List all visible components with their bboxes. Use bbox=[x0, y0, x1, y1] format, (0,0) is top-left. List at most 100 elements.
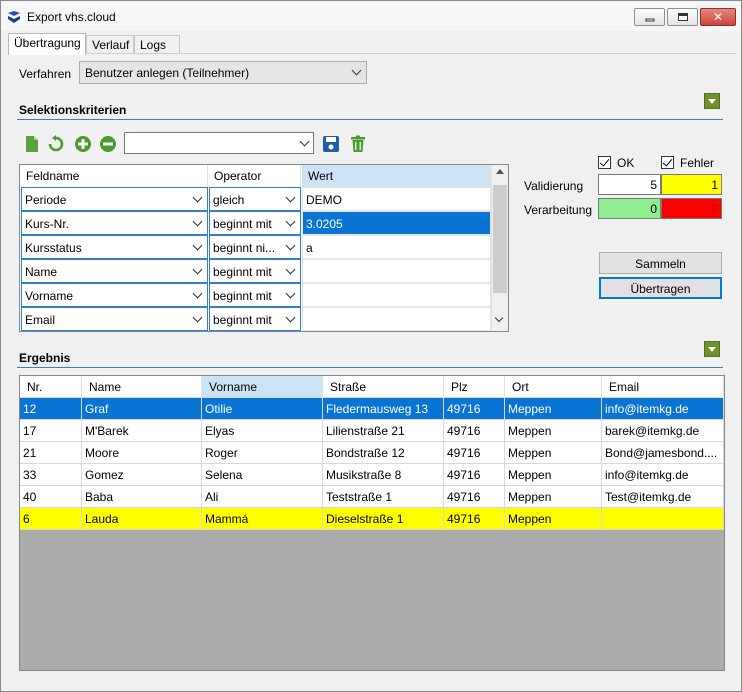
feldname-select[interactable]: Vorname bbox=[21, 283, 208, 307]
cell-plz: 49716 bbox=[444, 508, 505, 530]
operator-select[interactable]: beginnt mit bbox=[209, 307, 301, 331]
feldname-select[interactable]: Name bbox=[21, 259, 208, 283]
tab-verlauf[interactable]: Verlauf bbox=[86, 35, 134, 54]
criteria-row: Name beginnt mit bbox=[20, 259, 492, 283]
wert-cell[interactable]: DEMO bbox=[302, 187, 491, 211]
tab-logs[interactable]: Logs bbox=[134, 35, 180, 54]
ok-label: OK bbox=[617, 156, 635, 170]
cell-strasse: Dieselstraße 1 bbox=[323, 508, 444, 530]
table-row[interactable]: 40 Baba Ali Teststraße 1 49716 Meppen Te… bbox=[20, 486, 724, 508]
column-header-vorname[interactable]: Vorname bbox=[202, 376, 323, 398]
column-header-name[interactable]: Name bbox=[82, 376, 202, 398]
column-header-wert[interactable]: Wert bbox=[302, 165, 491, 187]
criteria-row: Email beginnt mit bbox=[20, 307, 492, 331]
scroll-up-icon[interactable] bbox=[496, 169, 504, 174]
verarbeitung-label: Verarbeitung bbox=[524, 203, 593, 217]
column-header-email[interactable]: Email bbox=[602, 376, 724, 398]
verfahren-select[interactable]: Benutzer anlegen (Teilnehmer) bbox=[79, 61, 367, 84]
cell-plz: 49716 bbox=[444, 398, 505, 420]
chevron-down-icon bbox=[285, 192, 296, 203]
cell-nr: 17 bbox=[20, 420, 82, 442]
selektion-title: Selektionskriterien bbox=[19, 103, 127, 117]
cell-name: Baba bbox=[82, 486, 202, 508]
operator-select[interactable]: beginnt mit bbox=[209, 259, 301, 283]
verfahren-label: Verfahren bbox=[19, 67, 72, 81]
cell-vorname: Roger bbox=[202, 442, 323, 464]
wert-cell[interactable] bbox=[302, 283, 491, 307]
verarbeitung-fehler-count: 0 bbox=[661, 198, 722, 219]
scroll-down-icon[interactable] bbox=[494, 313, 504, 323]
delete-icon[interactable] bbox=[349, 135, 367, 153]
table-row[interactable]: 33 Gomez Selena Musikstraße 8 49716 Mepp… bbox=[20, 464, 724, 486]
feldname-select[interactable]: Email bbox=[21, 307, 208, 331]
cell-strasse: Lilienstraße 21 bbox=[323, 420, 444, 442]
operator-select[interactable]: beginnt ni... bbox=[209, 235, 301, 259]
cell-email: info@itemkg.de bbox=[602, 464, 724, 486]
column-header-plz[interactable]: Plz bbox=[444, 376, 505, 398]
feldname-select[interactable]: Kurs-Nr. bbox=[21, 211, 208, 235]
column-header-ort[interactable]: Ort bbox=[505, 376, 602, 398]
feldname-select[interactable]: Kursstatus bbox=[21, 235, 208, 259]
scrollbar-thumb[interactable] bbox=[493, 185, 507, 293]
ok-checkbox[interactable] bbox=[598, 156, 611, 169]
remove-icon[interactable] bbox=[99, 135, 117, 153]
collapse-icon[interactable] bbox=[704, 341, 720, 357]
uebertragen-button[interactable]: Übertragen bbox=[599, 277, 722, 299]
selektion-divider bbox=[17, 119, 723, 120]
app-icon bbox=[8, 11, 20, 23]
cell-email: info@itemkg.de bbox=[602, 398, 724, 420]
cell-plz: 49716 bbox=[444, 486, 505, 508]
sammeln-button[interactable]: Sammeln bbox=[599, 252, 722, 274]
column-header-operator[interactable]: Operator bbox=[208, 165, 301, 187]
fehler-label: Fehler bbox=[680, 156, 715, 170]
table-row[interactable]: 21 Moore Roger Bondstraße 12 49716 Meppe… bbox=[20, 442, 724, 464]
cell-name: Graf bbox=[82, 398, 202, 420]
table-row[interactable]: 6 Lauda Mammá Dieselstraße 1 49716 Meppe… bbox=[20, 508, 724, 530]
cell-vorname: Selena bbox=[202, 464, 323, 486]
validierung-fehler-count: 1 bbox=[661, 174, 722, 195]
wert-cell[interactable]: 3.0205 bbox=[302, 211, 491, 235]
column-header-strasse[interactable]: Straße bbox=[323, 376, 444, 398]
refresh-icon[interactable] bbox=[47, 135, 65, 153]
criteria-row: Kurs-Nr. beginnt mit 3.0205 bbox=[20, 211, 492, 235]
cell-strasse: Musikstraße 8 bbox=[323, 464, 444, 486]
maximize-icon bbox=[677, 13, 688, 21]
cell-email bbox=[602, 508, 724, 530]
column-header-nr[interactable]: Nr. bbox=[20, 376, 82, 398]
fehler-checkbox[interactable] bbox=[661, 156, 674, 169]
chevron-down-icon bbox=[299, 136, 310, 147]
cell-nr: 21 bbox=[20, 442, 82, 464]
minimize-button[interactable] bbox=[634, 8, 665, 26]
cell-ort: Meppen bbox=[505, 420, 602, 442]
maximize-button[interactable] bbox=[667, 8, 698, 26]
cell-name: Gomez bbox=[82, 464, 202, 486]
operator-select[interactable]: gleich bbox=[209, 187, 301, 211]
save-icon[interactable] bbox=[322, 135, 340, 153]
collapse-icon[interactable] bbox=[704, 93, 720, 109]
chevron-down-icon bbox=[285, 312, 296, 323]
criteria-scrollbar[interactable] bbox=[491, 165, 508, 331]
tab-uebertragung[interactable]: Übertragung bbox=[8, 33, 86, 55]
add-icon[interactable] bbox=[74, 135, 92, 153]
table-row[interactable]: 17 M'Barek Elyas Lilienstraße 21 49716 M… bbox=[20, 420, 724, 442]
cell-nr: 40 bbox=[20, 486, 82, 508]
table-row[interactable]: 12 Graf Otilie Fledermausweg 13 49716 Me… bbox=[20, 398, 724, 420]
export-window: Export vhs.cloud ✕ Übertragung Verlauf L… bbox=[0, 0, 742, 692]
wert-cell[interactable]: a bbox=[302, 235, 491, 259]
new-document-icon[interactable] bbox=[23, 135, 41, 153]
cell-strasse: Bondstraße 12 bbox=[323, 442, 444, 464]
wert-cell[interactable] bbox=[302, 307, 491, 331]
cell-ort: Meppen bbox=[505, 508, 602, 530]
column-header-feldname[interactable]: Feldname bbox=[20, 165, 208, 187]
cell-email: barek@itemkg.de bbox=[602, 420, 724, 442]
feldname-select[interactable]: Periode bbox=[21, 187, 208, 211]
preset-select[interactable] bbox=[124, 132, 314, 154]
cell-ort: Meppen bbox=[505, 464, 602, 486]
close-icon: ✕ bbox=[712, 10, 724, 24]
operator-select[interactable]: beginnt mit bbox=[209, 211, 301, 235]
verarbeitung-ok-count: 0 bbox=[598, 198, 661, 219]
close-button[interactable]: ✕ bbox=[700, 8, 736, 26]
operator-select[interactable]: beginnt mit bbox=[209, 283, 301, 307]
wert-cell[interactable] bbox=[302, 259, 491, 283]
cell-email: Bond@jamesbond.... bbox=[602, 442, 724, 464]
